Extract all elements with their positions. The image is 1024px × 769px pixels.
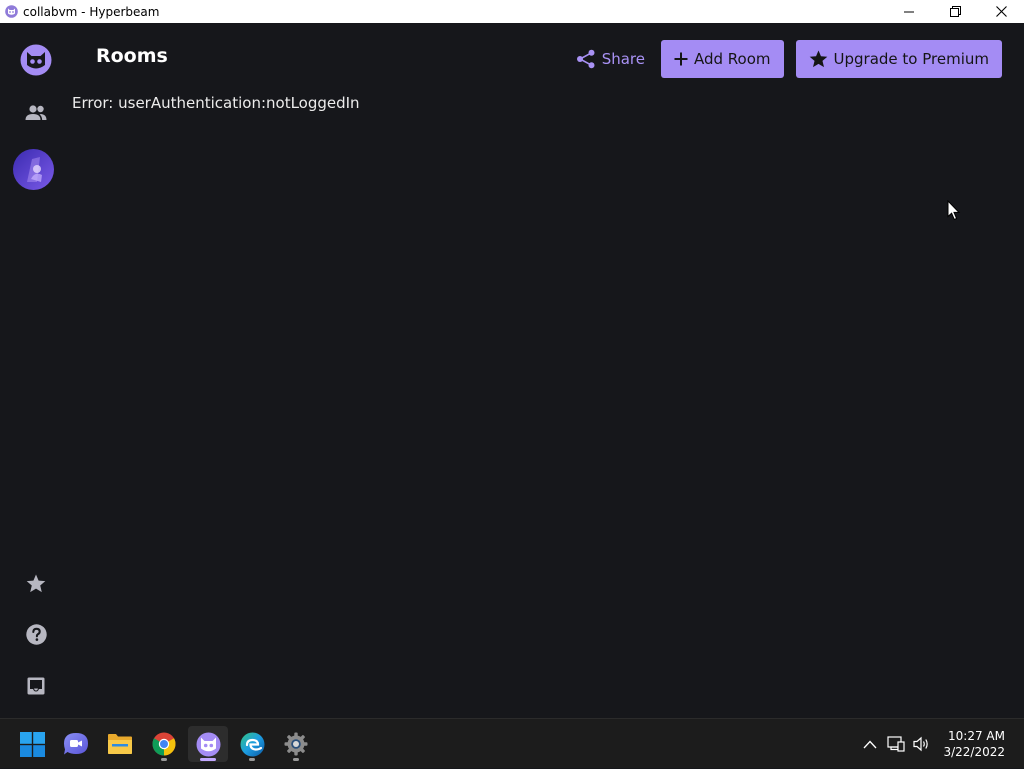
minimize-icon: [904, 11, 914, 12]
restore-button[interactable]: [932, 0, 978, 23]
add-room-label: Add Room: [693, 50, 771, 68]
running-indicator: [249, 758, 255, 761]
network-button[interactable]: [883, 731, 909, 757]
help-icon: [25, 623, 47, 645]
share-icon: [576, 49, 595, 69]
taskbar-chrome[interactable]: [144, 726, 184, 762]
window-title: collabvm - Hyperbeam: [23, 4, 160, 19]
mouse-cursor-icon: [947, 200, 961, 221]
network-icon: [887, 736, 906, 752]
help-button[interactable]: [16, 614, 56, 654]
running-indicator: [293, 758, 299, 761]
speaker-icon: [913, 736, 929, 752]
profile-avatar[interactable]: [13, 149, 54, 190]
star-icon: [809, 50, 827, 68]
taskbar: 10:27 AM 3/22/2022: [0, 718, 1024, 768]
volume-button[interactable]: [909, 731, 935, 757]
share-label: Share: [601, 50, 645, 68]
show-hidden-icons-button[interactable]: [857, 731, 883, 757]
header-actions: Share Add Room Upgrade to Premium: [572, 40, 1002, 78]
active-indicator: [200, 758, 216, 761]
hyperbeam-logo-icon: [20, 44, 52, 76]
star-icon: [26, 574, 46, 592]
windows-start-icon: [19, 731, 45, 757]
error-message: Error: userAuthentication:notLoggedIn: [72, 94, 360, 112]
taskbar-chat-button[interactable]: [56, 726, 96, 762]
restore-icon: [949, 6, 961, 17]
start-button[interactable]: [12, 726, 52, 762]
minimize-button[interactable]: [886, 0, 932, 23]
clock-time: 10:27 AM: [948, 729, 1005, 743]
inbox-button[interactable]: [16, 666, 56, 706]
chat-icon: [64, 733, 88, 755]
folder-icon: [108, 734, 132, 754]
window-titlebar: collabvm - Hyperbeam: [0, 0, 1024, 23]
page-header: Rooms: [96, 45, 168, 75]
page-title: Rooms: [96, 45, 168, 67]
add-room-button[interactable]: Add Room: [660, 40, 784, 78]
edge-icon: [240, 732, 264, 756]
taskbar-file-explorer[interactable]: [100, 726, 140, 762]
taskbar-clock[interactable]: 10:27 AM 3/22/2022: [943, 728, 1005, 760]
hyperbeam-icon: [4, 5, 18, 19]
plus-icon: [674, 52, 688, 66]
running-indicator: [161, 758, 167, 761]
system-tray: 10:27 AM 3/22/2022: [857, 719, 1024, 769]
upgrade-premium-button[interactable]: Upgrade to Premium: [795, 40, 1002, 78]
close-icon: [995, 6, 1007, 17]
close-button[interactable]: [978, 0, 1024, 23]
hyperbeam-icon: [196, 732, 220, 756]
hyperbeam-logo-button[interactable]: [16, 40, 56, 80]
clock-date: 3/22/2022: [943, 745, 1005, 759]
settings-gear-icon: [284, 732, 308, 756]
friends-button[interactable]: [16, 93, 56, 133]
taskbar-edge[interactable]: [232, 726, 272, 762]
share-button[interactable]: Share: [572, 40, 649, 78]
avatar: [13, 149, 54, 190]
app-window: Rooms Share Add Room Upgrade to Premium …: [0, 23, 1024, 718]
chevron-up-icon: [863, 740, 877, 748]
sidebar: [0, 23, 72, 718]
inbox-icon: [27, 677, 45, 695]
people-icon: [25, 105, 47, 120]
taskbar-hyperbeam[interactable]: [188, 726, 228, 762]
chrome-icon: [152, 732, 176, 756]
premium-button[interactable]: [16, 563, 56, 603]
upgrade-label: Upgrade to Premium: [833, 50, 989, 68]
taskbar-settings[interactable]: [276, 726, 316, 762]
